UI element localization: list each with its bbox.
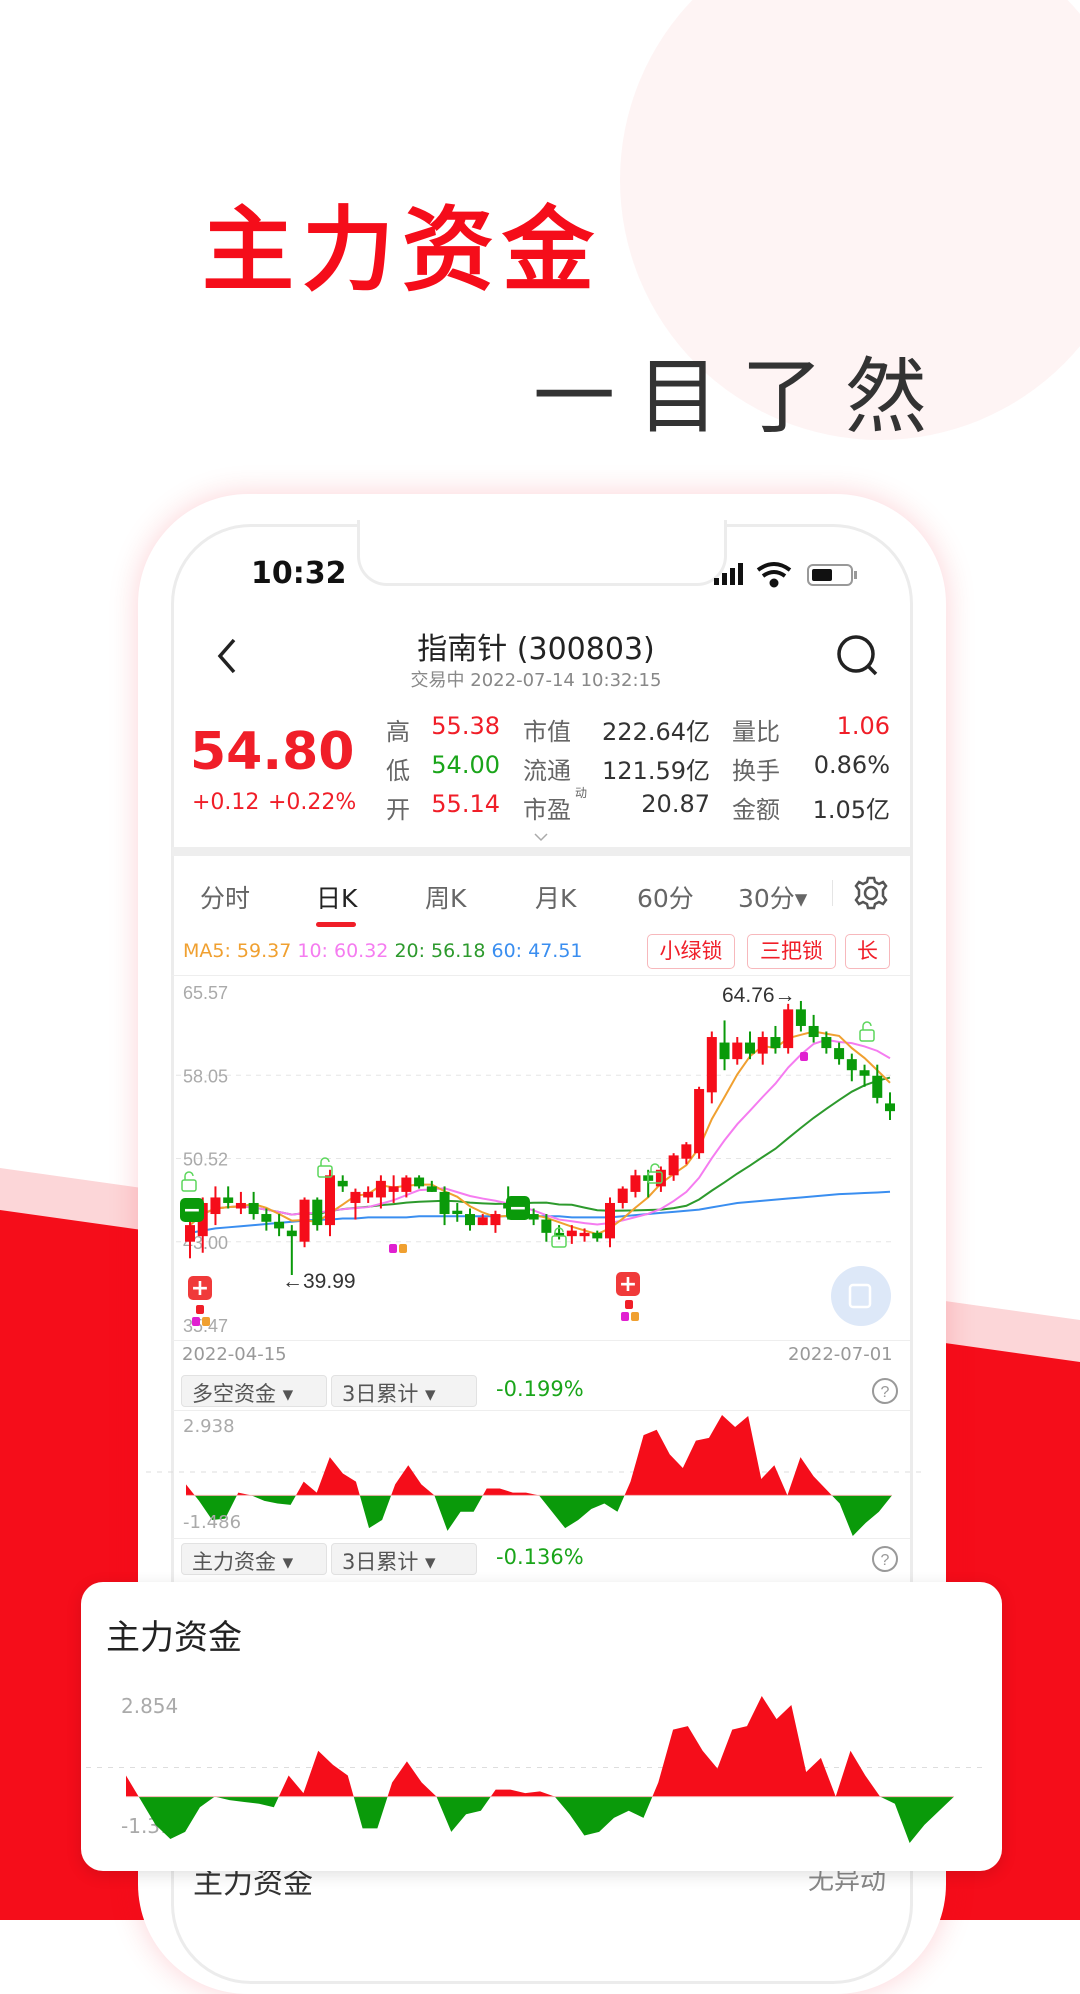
candle	[834, 1042, 845, 1065]
candle	[795, 1000, 806, 1032]
candle	[490, 1210, 501, 1233]
candle	[337, 1175, 348, 1192]
sell-marker-icon[interactable]: −	[506, 1196, 530, 1221]
main-fund-card: 主力资金 2.854 -1.314	[81, 1582, 1002, 1871]
lock-icon	[202, 1317, 210, 1326]
candle	[452, 1202, 463, 1222]
candle	[261, 1208, 272, 1231]
period-label: 3日累计	[342, 1550, 419, 1574]
candle	[325, 1169, 335, 1237]
y-tick: 2.938	[183, 1416, 235, 1437]
lock-icon	[625, 1300, 633, 1309]
divider	[172, 1410, 910, 1411]
indicator-dropdown-2[interactable]: 主力资金 ▾	[181, 1543, 327, 1575]
candle	[783, 1003, 794, 1054]
candle	[312, 1197, 323, 1231]
candle	[426, 1180, 437, 1192]
period-dropdown[interactable]: 3日累计 ▾	[331, 1375, 477, 1407]
buy-marker-icon[interactable]: +	[188, 1276, 212, 1301]
candle	[235, 1191, 246, 1215]
indicator-label: 多空资金	[192, 1382, 276, 1406]
unlock-icon	[859, 1021, 875, 1042]
candle	[299, 1197, 310, 1248]
y-tick: 65.57	[183, 983, 228, 1003]
y-tick: 50.52	[183, 1150, 228, 1170]
candle	[274, 1214, 285, 1237]
candle	[694, 1086, 705, 1159]
divider	[172, 1340, 910, 1341]
low-annotation: ←39.99	[282, 1270, 356, 1293]
y-tick: -1.486	[183, 1512, 242, 1533]
svg-text:+: +	[619, 1272, 637, 1297]
candle	[770, 1025, 781, 1054]
candle	[757, 1031, 768, 1065]
svg-text:?: ?	[881, 1384, 890, 1401]
svg-text:+: +	[191, 1276, 209, 1301]
candle	[732, 1037, 743, 1065]
help-icon[interactable]: ?	[870, 1376, 900, 1406]
fullscreen-button[interactable]	[831, 1266, 891, 1326]
lock-icon	[192, 1317, 200, 1326]
ma5-line	[189, 1030, 891, 1236]
indicator-value-2: -0.136%	[496, 1545, 584, 1569]
y-tick: 58.05	[183, 1066, 228, 1086]
long-short-fund-positive-area	[186, 1415, 892, 1496]
candle	[465, 1208, 475, 1231]
unlock-icon	[181, 1171, 197, 1192]
svg-text:−: −	[183, 1198, 201, 1223]
main-fund-positive-area	[126, 1696, 954, 1797]
lock-icon	[800, 1052, 808, 1061]
candle	[439, 1186, 450, 1226]
candle	[617, 1186, 628, 1209]
ma20-line	[189, 1076, 891, 1226]
indicator-label: 主力资金	[192, 1550, 276, 1574]
candle	[414, 1175, 425, 1189]
sell-marker-icon[interactable]: −	[180, 1198, 204, 1223]
candle	[286, 1225, 297, 1275]
candle	[719, 1020, 730, 1071]
candle	[350, 1188, 361, 1220]
candle	[808, 1014, 819, 1043]
candle	[210, 1186, 221, 1226]
indicator-dropdown[interactable]: 多空资金 ▾	[181, 1375, 327, 1407]
lock-icon	[631, 1312, 639, 1321]
x-label-start: 2022-04-15	[182, 1344, 287, 1365]
period-dropdown-2[interactable]: 3日累计 ▾	[331, 1543, 477, 1575]
lock-icon	[621, 1312, 629, 1321]
candle	[248, 1191, 259, 1220]
candle	[223, 1186, 234, 1209]
candle	[872, 1064, 883, 1104]
svg-text:?: ?	[881, 1552, 890, 1569]
candle	[363, 1186, 374, 1203]
main-fund-negative-area	[126, 1796, 954, 1843]
main-fund-chart	[86, 1696, 984, 1843]
candle	[706, 1031, 717, 1104]
divider	[172, 1538, 910, 1539]
period-label: 3日累计	[342, 1382, 419, 1406]
indicator-value: -0.199%	[496, 1377, 584, 1401]
ma10-line	[189, 1038, 891, 1226]
help-icon[interactable]: ?	[870, 1544, 900, 1574]
lock-icon	[196, 1305, 204, 1314]
buy-marker-icon[interactable]: +	[616, 1272, 640, 1297]
candle	[630, 1169, 641, 1198]
candle	[885, 1092, 895, 1121]
lock-icon	[389, 1244, 397, 1253]
svg-text:−: −	[509, 1196, 527, 1221]
x-label-end: 2022-07-01	[788, 1344, 893, 1365]
candle	[745, 1031, 755, 1060]
high-annotation: 64.76→	[722, 984, 796, 1007]
candle	[846, 1053, 857, 1082]
lock-icon	[399, 1244, 407, 1253]
candle	[605, 1197, 615, 1248]
long-short-fund-negative-area	[186, 1495, 892, 1536]
